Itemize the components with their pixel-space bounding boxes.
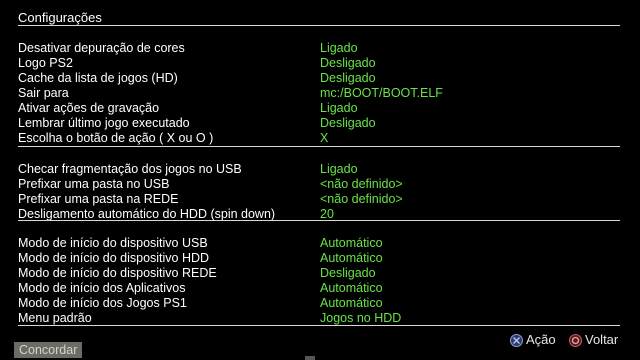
setting-row-hdd-cache[interactable]: Cache da lista de jogos (HD) Desligado [18, 71, 620, 86]
setting-row-ps1-start-mode[interactable]: Modo de início dos Jogos PS1 Automático [18, 296, 620, 311]
setting-value: Desligado [320, 56, 376, 70]
setting-label: Lembrar último jogo executado [18, 116, 190, 130]
setting-row-remember-last[interactable]: Lembrar último jogo executado Desligado [18, 116, 620, 131]
setting-row-apps-start-mode[interactable]: Modo de início dos Aplicativos Automátic… [18, 281, 620, 296]
setting-row-hdd-start-mode[interactable]: Modo de início do dispositivo HDD Automá… [18, 251, 620, 266]
setting-label: Menu padrão [18, 311, 92, 325]
setting-row-write-ops[interactable]: Ativar ações de gravação Ligado [18, 101, 620, 116]
setting-value: <não definido> [320, 192, 403, 206]
setting-label: Cache da lista de jogos (HD) [18, 71, 178, 85]
action-hint-label: Ação [526, 332, 556, 347]
setting-row-network-start-mode[interactable]: Modo de início do dispositivo REDE Desli… [18, 266, 620, 281]
setting-label: Logo PS2 [18, 56, 73, 70]
setting-value: Automático [320, 296, 383, 310]
setting-value: Automático [320, 281, 383, 295]
setting-value: <não definido> [320, 177, 403, 191]
section-divider [18, 325, 620, 326]
setting-value: Desligado [320, 71, 376, 85]
page-title: Configurações [18, 10, 102, 25]
setting-label: Sair para [18, 86, 69, 100]
setting-label: Prefixar uma pasta no USB [18, 177, 170, 191]
cross-button-icon [510, 333, 523, 347]
setting-value: Desligado [320, 116, 376, 130]
setting-value: Automático [320, 251, 383, 265]
setting-row-usb-prefix[interactable]: Prefixar uma pasta no USB <não definido> [18, 177, 620, 192]
setting-row-network-prefix[interactable]: Prefixar uma pasta na REDE <não definido… [18, 192, 620, 207]
setting-label: Escolha o botão de ação ( X ou O ) [18, 131, 214, 145]
setting-row-default-menu[interactable]: Menu padrão Jogos no HDD [18, 311, 620, 326]
setting-value: Automático [320, 236, 383, 250]
setting-row-usb-fragmentation[interactable]: Checar fragmentação dos jogos no USB Lig… [18, 162, 620, 177]
setting-label: Checar fragmentação dos jogos no USB [18, 162, 242, 176]
setting-value: mc:/BOOT/BOOT.ELF [320, 86, 443, 100]
setting-label: Modo de início do dispositivo HDD [18, 251, 210, 265]
settings-section-general: Desativar depuração de cores Ligado Logo… [18, 41, 620, 146]
action-hint: Ação [510, 332, 556, 348]
scroll-indicator [305, 356, 315, 360]
setting-label: Ativar ações de gravação [18, 101, 160, 115]
setting-value: Ligado [320, 162, 358, 176]
ok-button[interactable]: Concordar [14, 342, 83, 358]
back-hint: Voltar [569, 332, 618, 348]
section-divider [18, 220, 620, 221]
setting-label: Modo de início do dispositivo REDE [18, 266, 217, 280]
setting-value: Ligado [320, 101, 358, 115]
setting-row-ps2-logo[interactable]: Logo PS2 Desligado [18, 56, 620, 71]
setting-label: Prefixar uma pasta na REDE [18, 192, 179, 206]
section-divider [18, 146, 620, 147]
setting-value: X [320, 131, 329, 145]
setting-label: Modo de início dos Aplicativos [18, 281, 186, 295]
setting-value: Ligado [320, 41, 358, 55]
setting-row-color-debug[interactable]: Desativar depuração de cores Ligado [18, 41, 620, 56]
setting-label: Modo de início dos Jogos PS1 [18, 296, 187, 310]
setting-row-action-button[interactable]: Escolha o botão de ação ( X ou O ) X [18, 131, 620, 146]
settings-section-storage: Checar fragmentação dos jogos no USB Lig… [18, 162, 620, 222]
back-hint-label: Voltar [585, 332, 619, 347]
setting-value: Jogos no HDD [320, 311, 402, 325]
circle-button-icon [569, 333, 582, 347]
setting-value: Desligado [320, 266, 376, 280]
setting-row-exit-to[interactable]: Sair para mc:/BOOT/BOOT.ELF [18, 86, 620, 101]
setting-label: Desativar depuração de cores [18, 41, 185, 55]
setting-row-usb-start-mode[interactable]: Modo de início do dispositivo USB Automá… [18, 236, 620, 251]
title-divider [18, 25, 620, 26]
settings-section-start-modes: Modo de início do dispositivo USB Automá… [18, 236, 620, 326]
setting-label: Modo de início do dispositivo USB [18, 236, 208, 250]
